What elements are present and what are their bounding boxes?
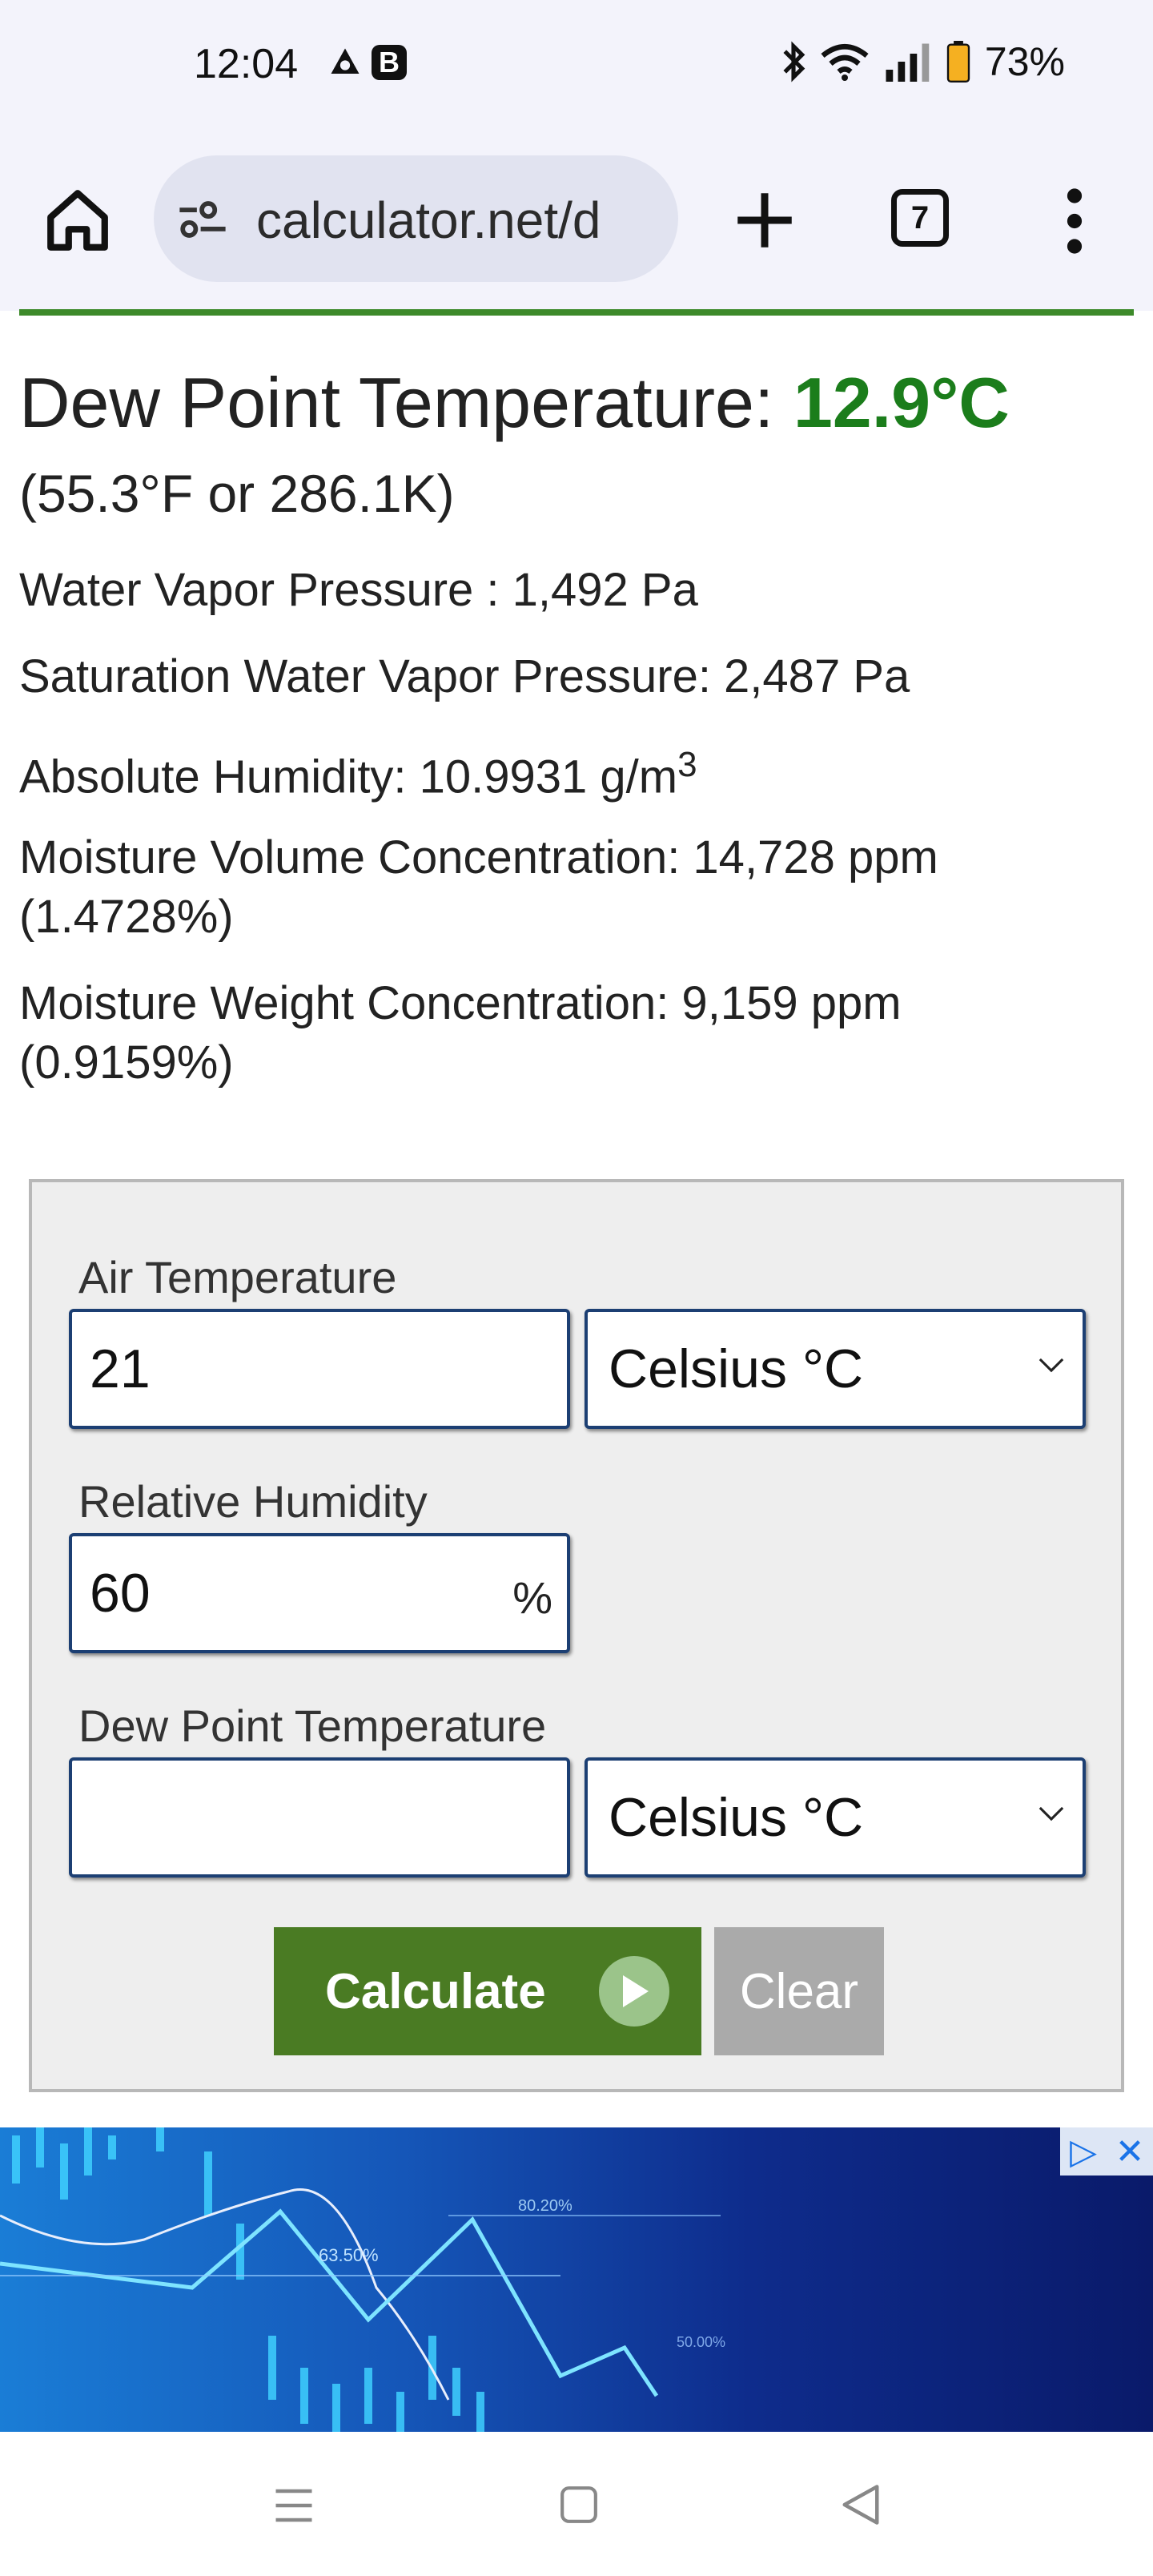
- status-bar: 12:04 B 73%: [0, 0, 1153, 136]
- moisture-weight-text: Moisture Weight Concentration: 9,159 ppm: [19, 977, 902, 1029]
- relative-humidity-input[interactable]: 60 %: [69, 1533, 570, 1653]
- b-badge-icon: B: [372, 45, 407, 80]
- air-temp-input[interactable]: 21: [69, 1309, 570, 1429]
- relative-humidity-value: 60: [90, 1563, 151, 1624]
- advertisement-banner[interactable]: 63.50% 80.20% 50.00% ▷ ✕: [0, 2127, 1153, 2432]
- absolute-humidity-text: Absolute Humidity: 10.9931 g/m: [19, 751, 678, 803]
- new-tab-icon[interactable]: [729, 184, 801, 256]
- absolute-humidity: Absolute Humidity: 10.9931 g/m3: [19, 735, 697, 807]
- status-right-icons: 73%: [781, 38, 1065, 85]
- moisture-weight-pct: (0.9159%): [19, 1036, 234, 1089]
- address-bar[interactable]: calculator.net/d: [154, 155, 678, 282]
- site-settings-icon[interactable]: [178, 197, 227, 242]
- system-nav-bar: [0, 2432, 1153, 2576]
- moisture-volume-pct: (1.4728%): [19, 891, 234, 943]
- url-text[interactable]: calculator.net/d: [256, 191, 673, 250]
- wifi-icon: [821, 44, 869, 81]
- play-icon: [599, 1956, 669, 2027]
- clear-button[interactable]: Clear: [714, 1927, 884, 2055]
- result-subtitle: (55.3°F or 286.1K): [19, 464, 455, 523]
- chevron-down-icon: [1039, 1806, 1064, 1821]
- back-nav-icon[interactable]: [839, 2483, 882, 2526]
- dew-point-label: Dew Point Temperature: [78, 1701, 547, 1751]
- browser-toolbar: calculator.net/d 7: [0, 136, 1153, 311]
- battery-icon: [946, 41, 970, 83]
- ad-chart-graphic: 63.50% 80.20% 50.00%: [0, 2127, 725, 2432]
- ad-choices-icon[interactable]: ▷: [1060, 2127, 1107, 2176]
- calculate-label: Calculate: [325, 1963, 546, 2019]
- calculator-form: Air Temperature 21 Celsius °C Relative H…: [29, 1179, 1124, 2092]
- moisture-volume: Moisture Volume Concentration: 14,728 pp…: [19, 828, 938, 947]
- dew-point-unit-select[interactable]: Celsius °C: [585, 1757, 1086, 1878]
- moisture-volume-text: Moisture Volume Concentration: 14,728 pp…: [19, 831, 938, 883]
- result-title: Dew Point Temperature: 12.9°C: [19, 362, 1010, 444]
- ad-controls: ▷ ✕: [1060, 2127, 1153, 2176]
- chevron-down-icon: [1039, 1358, 1064, 1373]
- home-icon[interactable]: [42, 184, 114, 256]
- battery-percent: 73%: [984, 39, 1065, 84]
- signal-icon: [886, 43, 930, 82]
- air-temp-unit-value: Celsius °C: [609, 1338, 864, 1399]
- ad-close-icon[interactable]: ✕: [1107, 2127, 1153, 2176]
- home-nav-icon[interactable]: [559, 2485, 599, 2525]
- water-vapor-pressure: Water Vapor Pressure : 1,492 Pa: [19, 564, 698, 616]
- drive-icon: [331, 48, 360, 74]
- bluetooth-icon: [783, 41, 805, 83]
- dew-point-input[interactable]: [69, 1757, 570, 1878]
- air-temp-label: Air Temperature: [78, 1252, 397, 1302]
- calculate-button[interactable]: Calculate: [274, 1927, 701, 2055]
- moisture-weight: Moisture Weight Concentration: 9,159 ppm…: [19, 974, 902, 1093]
- status-time: 12:04: [194, 41, 299, 87]
- page-divider: [19, 309, 1134, 316]
- result-title-label: Dew Point Temperature:: [19, 363, 793, 442]
- recent-apps-icon[interactable]: [272, 2485, 315, 2526]
- ad-label-3: 50.00%: [677, 2334, 725, 2350]
- status-left-icons: B: [328, 45, 407, 80]
- air-temp-unit-select[interactable]: Celsius °C: [585, 1309, 1086, 1429]
- dew-point-unit-value: Celsius °C: [609, 1787, 864, 1848]
- absolute-humidity-sup: 3: [677, 745, 697, 784]
- percent-unit: %: [512, 1572, 552, 1623]
- relative-humidity-label: Relative Humidity: [78, 1476, 428, 1527]
- saturation-pressure: Saturation Water Vapor Pressure: 2,487 P…: [19, 650, 910, 702]
- ad-label-2: 80.20%: [518, 2197, 572, 2215]
- tab-switcher-button[interactable]: 7: [891, 189, 949, 247]
- more-menu-icon[interactable]: [1059, 187, 1091, 255]
- ad-label-1: 63.50%: [319, 2245, 379, 2265]
- dew-point-value: 12.9°C: [793, 363, 1010, 442]
